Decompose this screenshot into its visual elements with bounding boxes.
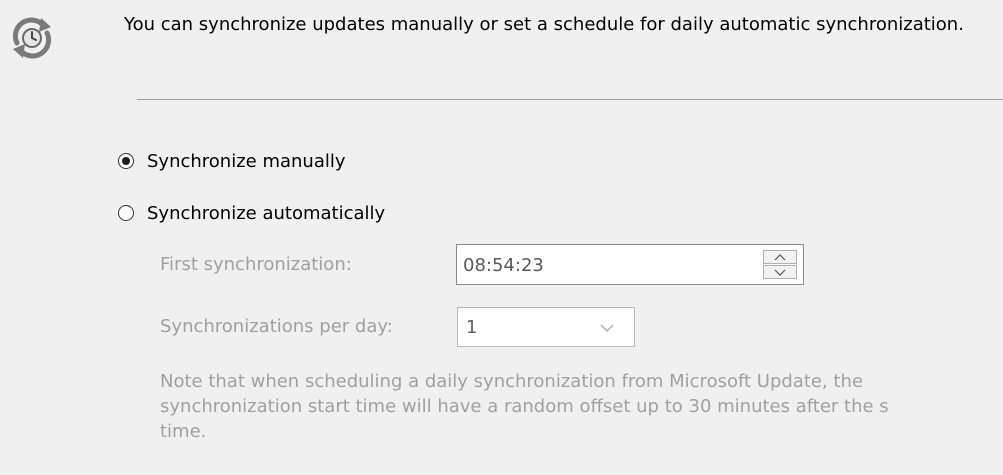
note-line: Note that when scheduling a daily synchr… xyxy=(160,371,863,392)
spinner-down-button[interactable] xyxy=(763,265,797,279)
schedule-note: Note that when scheduling a daily synchr… xyxy=(160,369,1003,459)
time-spinner[interactable] xyxy=(763,250,797,279)
first-sync-time-value[interactable]: 08:54:23 xyxy=(463,255,544,276)
intro-text: You can synchronize updates manually or … xyxy=(124,14,964,35)
first-sync-label: First synchronization: xyxy=(160,254,352,275)
chevron-down-icon[interactable] xyxy=(600,323,614,333)
chevron-down-icon xyxy=(774,269,786,276)
chevron-up-icon xyxy=(774,253,786,260)
first-sync-time-input[interactable]: 08:54:23 xyxy=(456,244,804,285)
sync-manually-label[interactable]: Synchronize manually xyxy=(147,151,346,172)
note-line: time. xyxy=(160,421,207,442)
divider xyxy=(137,99,1003,100)
sync-automatically-label[interactable]: Synchronize automatically xyxy=(147,203,385,224)
sync-clock-icon xyxy=(8,14,56,62)
per-day-select[interactable]: 1 xyxy=(457,307,635,347)
sync-automatically-option[interactable]: Synchronize automatically xyxy=(118,201,385,225)
per-day-label: Synchronizations per day: xyxy=(160,316,393,337)
spinner-up-button[interactable] xyxy=(763,250,797,264)
per-day-value[interactable]: 1 xyxy=(466,317,477,338)
sync-manually-option[interactable]: Synchronize manually xyxy=(118,149,346,173)
note-line: synchronization start time will have a r… xyxy=(160,396,889,417)
sync-automatically-radio[interactable] xyxy=(118,205,134,221)
sync-manually-radio[interactable] xyxy=(118,153,134,169)
